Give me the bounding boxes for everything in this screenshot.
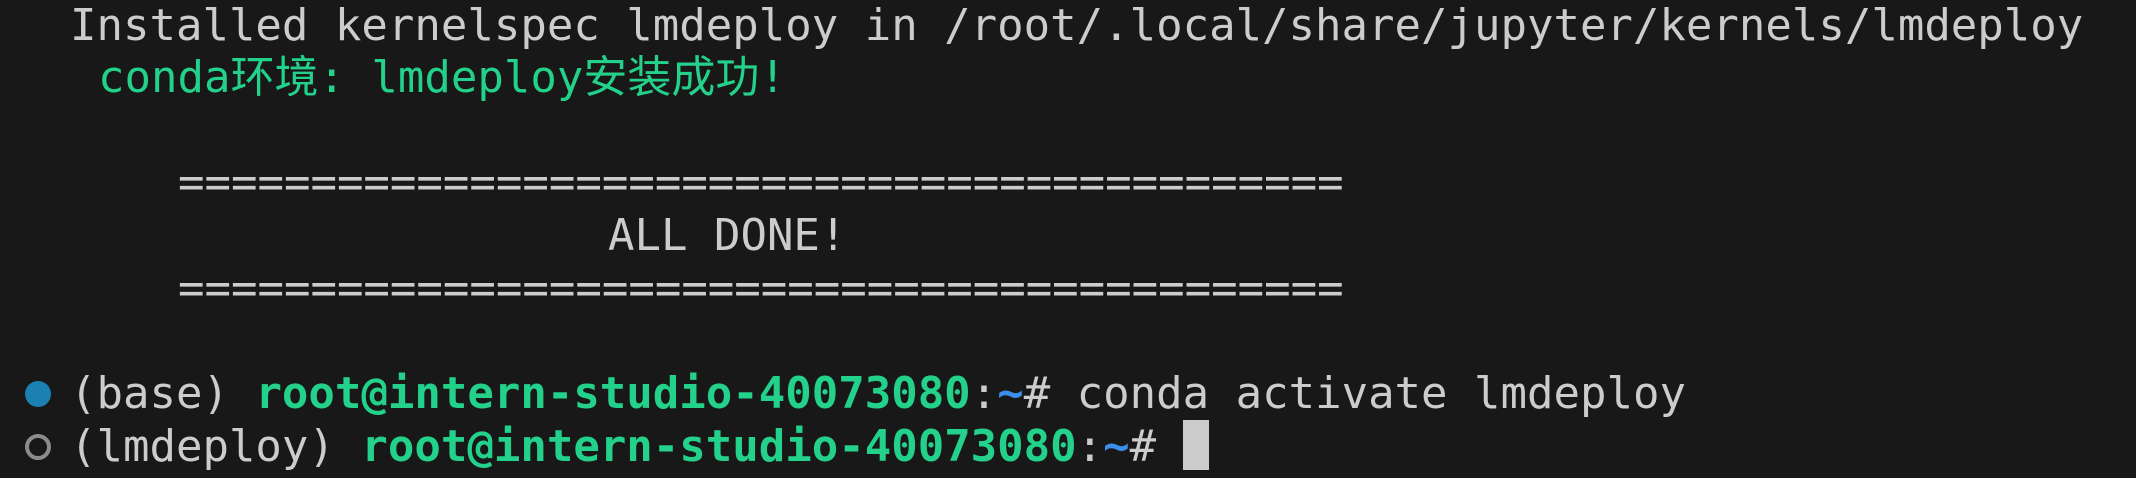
prompt-user-host: root@intern-studio-40073080 [255,368,971,419]
prompt-line-lmdeploy[interactable]: (lmdeploy) root@intern-studio-40073080:~… [70,420,1209,473]
output-all-done: ALL DONE! [608,210,847,261]
text-cursor[interactable] [1182,420,1209,470]
prompt-symbol: # [1129,421,1183,472]
prompt-command: conda activate lmdeploy [1076,368,1686,419]
prompt-colon: : [1076,421,1104,472]
output-separator-top: ========================================… [178,157,1344,208]
output-conda-success: conda环境: lmdeploy安装成功! [98,52,786,103]
output-installed-kernelspec: Installed kernelspec lmdeploy in /root/.… [70,0,2084,51]
terminal-panel[interactable]: Installed kernelspec lmdeploy in /root/.… [0,0,2136,478]
prompt-path: ~ [997,368,1024,419]
prompt-line-base: (base) root@intern-studio-40073080:~# co… [70,367,1686,420]
prompt-env: (lmdeploy) [70,421,362,472]
output-separator-bottom: ========================================… [178,263,1344,314]
command-success-decoration-icon[interactable] [25,381,51,407]
prompt-user-host: root@intern-studio-40073080 [361,421,1077,472]
prompt-env: (base) [70,368,256,419]
prompt-colon: : [970,368,998,419]
prompt-symbol: # [1023,368,1077,419]
prompt-path: ~ [1103,421,1130,472]
command-pending-decoration-icon[interactable] [25,434,51,460]
